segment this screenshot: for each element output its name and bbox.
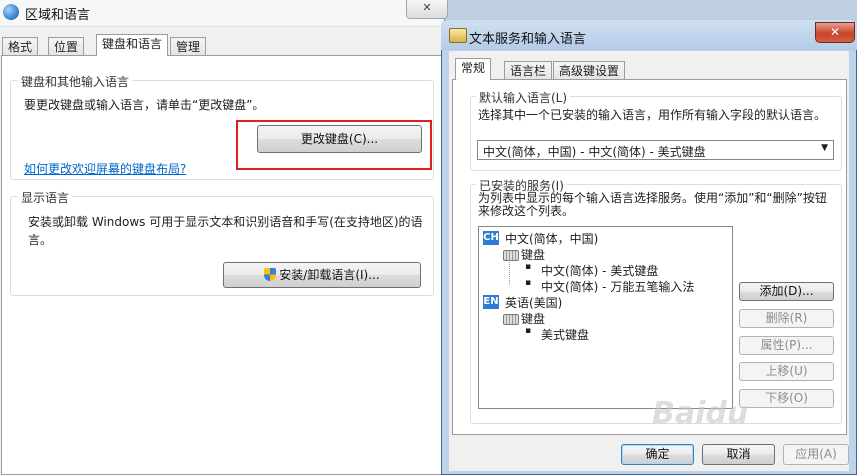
- tab-format[interactable]: 格式: [2, 37, 39, 56]
- keyboard-icon: [503, 250, 519, 261]
- tree-item[interactable]: 中文(简体) - 美式键盘: [541, 262, 658, 279]
- tree-language-english[interactable]: 英语(美国): [505, 294, 562, 311]
- tab-advanced-keys[interactable]: 高级键设置: [553, 61, 626, 80]
- bullet-icon: ▪: [525, 278, 532, 288]
- tree-language-chinese[interactable]: 中文(简体，中国): [505, 230, 598, 247]
- tab-general[interactable]: 常规: [455, 58, 492, 80]
- keyboard-group-legend: 键盘和其他输入语言: [18, 73, 133, 90]
- baidu-watermark: Baidu: [652, 396, 749, 431]
- right-titlebar: 文本服务和输入语言: [441, 20, 857, 50]
- left-titlebar: 区域和语言 ✕: [0, 0, 448, 27]
- cancel-button[interactable]: 取消: [702, 444, 775, 465]
- display-description: 安装或卸载 Windows 可用于显示文本和识别语音和手写(在支持地区)的语言。: [28, 215, 423, 247]
- install-language-label: 安装/卸载语言(I)...: [279, 268, 380, 282]
- default-language-legend: 默认输入语言(L): [476, 89, 571, 106]
- chevron-down-icon: ▼: [821, 143, 828, 153]
- tab-admin[interactable]: 管理: [170, 37, 207, 56]
- en-language-icon: EN: [483, 295, 499, 309]
- services-tree[interactable]: CH 中文(简体，中国) 键盘 ▪ 中文(简体) - 美式键盘 ▪ 中文(简体)…: [478, 226, 733, 409]
- tree-item[interactable]: 中文(简体) - 万能五笔输入法: [541, 278, 694, 295]
- ch-language-icon: CH: [483, 231, 499, 245]
- window-title: 区域和语言: [25, 8, 91, 23]
- properties-button[interactable]: 属性(P)...: [739, 336, 834, 355]
- text-services-icon: [449, 28, 467, 43]
- tree-category-keyboard[interactable]: 键盘: [521, 246, 545, 263]
- tree-connector: [509, 259, 510, 285]
- move-up-button[interactable]: 上移(U): [739, 362, 834, 381]
- dialog-title: 文本服务和输入语言: [469, 32, 587, 47]
- ok-button[interactable]: 确定: [621, 444, 694, 465]
- default-language-select[interactable]: 中文(简体，中国) - 中文(简体) - 美式键盘 ▼: [477, 140, 834, 160]
- globe-icon: [3, 4, 19, 20]
- keyboard-icon: [503, 314, 519, 325]
- installed-services-description: 为列表中显示的每个输入语言选择服务。使用“添加”和“删除”按钮来修改这个列表。: [478, 191, 827, 218]
- tab-location[interactable]: 位置: [48, 37, 85, 56]
- default-language-description: 选择其中一个已安装的输入语言，用作所有输入字段的默认语言。: [478, 108, 827, 122]
- remove-button[interactable]: 删除(R): [739, 309, 834, 328]
- install-language-button[interactable]: 安装/卸载语言(I)...: [223, 262, 421, 288]
- welcome-keyboard-link[interactable]: 如何更改欢迎屏幕的键盘布局?: [24, 160, 186, 177]
- bullet-icon: ▪: [525, 326, 532, 336]
- dialog-close-button[interactable]: ✕: [815, 22, 855, 43]
- keyboard-instruction: 要更改键盘或输入语言，请单击“更改键盘”。: [24, 98, 265, 112]
- tab-keyboard-language[interactable]: 键盘和语言: [96, 34, 169, 56]
- apply-button[interactable]: 应用(A): [783, 444, 849, 465]
- close-button[interactable]: ✕: [406, 0, 448, 19]
- move-down-button[interactable]: 下移(O): [739, 389, 834, 408]
- display-group-legend: 显示语言: [18, 189, 73, 206]
- add-button[interactable]: 添加(D)...: [739, 282, 834, 301]
- default-language-value: 中文(简体，中国) - 中文(简体) - 美式键盘: [483, 145, 706, 159]
- tab-language-bar[interactable]: 语言栏: [504, 61, 553, 80]
- shield-icon: [264, 268, 277, 281]
- tree-item[interactable]: 美式键盘: [541, 326, 589, 343]
- region-language-window: 区域和语言 ✕ 格式 位置 键盘和语言 管理 键盘和其他输入语言 要更改键盘或输…: [0, 0, 448, 475]
- change-keyboard-button[interactable]: 更改键盘(C)...: [257, 125, 422, 153]
- tree-category-keyboard[interactable]: 键盘: [521, 310, 545, 327]
- bullet-icon: ▪: [525, 262, 532, 272]
